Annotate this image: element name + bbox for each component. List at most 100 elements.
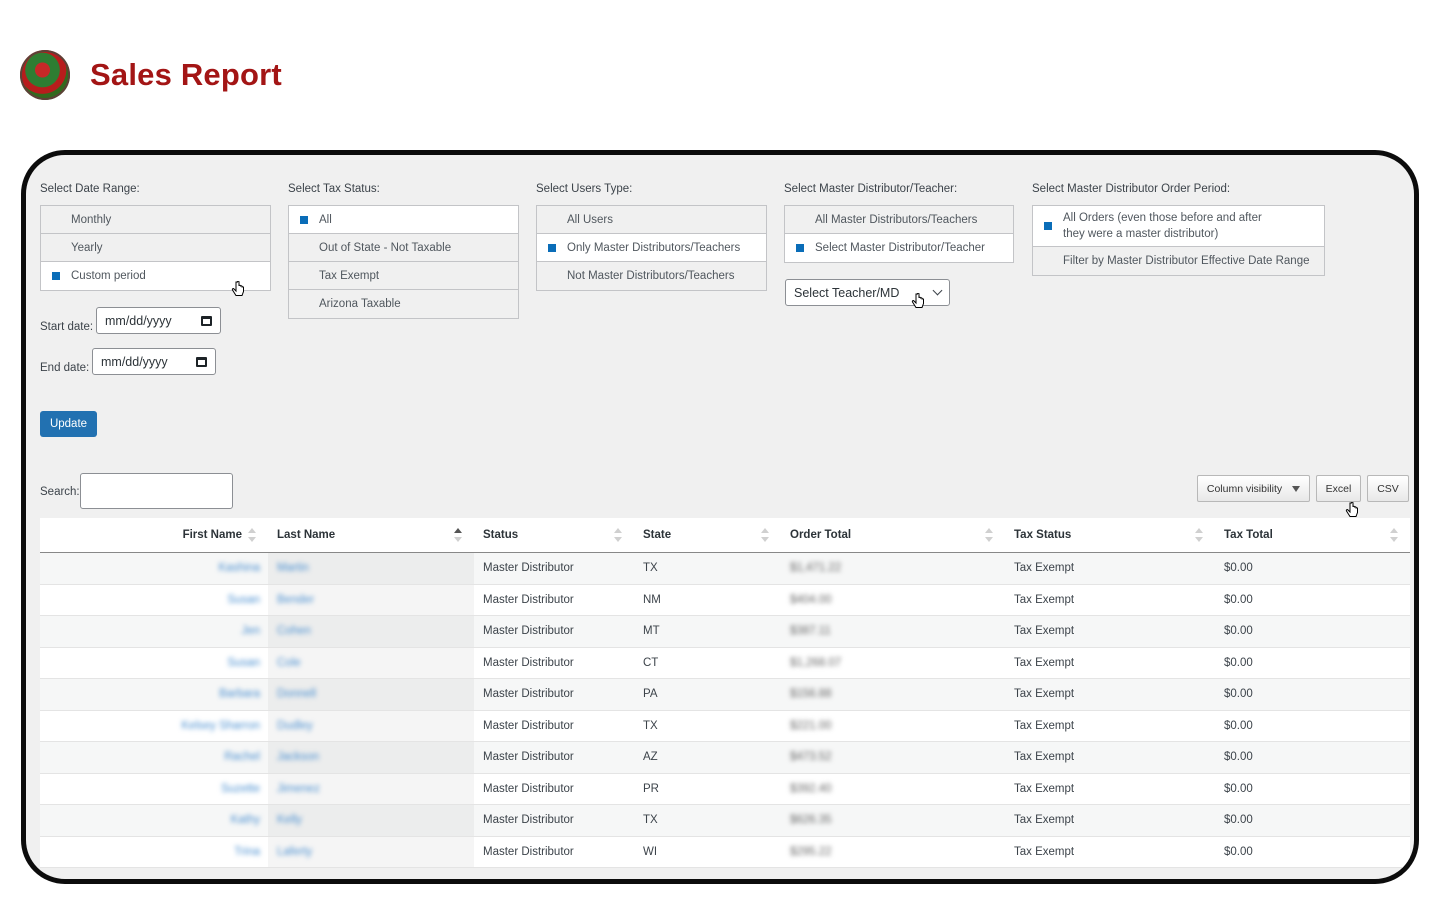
cell-last-name[interactable]: Jimenez — [268, 773, 474, 804]
table-row: Kashina Martin Master Distributor TX $1,471.… — [40, 553, 1410, 585]
table-row: Kathy Kelly Master Distributor TX $626.35 Tax… — [40, 805, 1410, 837]
tax-status-out-of-state[interactable]: Out of State - Not Taxable — [289, 234, 518, 262]
cell-first-name[interactable]: Susan — [40, 585, 268, 616]
cell-state-text: PR — [643, 782, 659, 795]
cell-tax-status: Tax Exempt — [1005, 837, 1215, 868]
col-first-name[interactable]: First Name — [40, 518, 268, 552]
cell-tax-status-text: Tax Exempt — [1014, 845, 1075, 858]
cell-status-text: Master Distributor — [483, 719, 574, 732]
users-type-options: All Users Only Master Distributors/Teach… — [536, 205, 767, 291]
cell-first-name[interactable]: Rachel — [40, 742, 268, 773]
cell-first-name-text: Kashina — [218, 562, 260, 575]
cell-first-name[interactable]: Kashina — [40, 553, 268, 584]
table-row: Kelsey Sharron Dudley Master Distributor TX… — [40, 710, 1410, 742]
cell-status-text: Master Distributor — [483, 751, 574, 764]
cell-last-name[interactable]: Martin — [268, 553, 474, 584]
cell-order-total: $1,471.22 — [781, 553, 1005, 584]
calendar-icon[interactable] — [201, 315, 212, 326]
cell-last-name[interactable]: Bender — [268, 584, 474, 615]
cell-last-name[interactable]: Laferty — [268, 836, 474, 867]
cell-tax-total: $0.00 — [1215, 805, 1410, 836]
cell-tax-status-text: Tax Exempt — [1014, 688, 1075, 701]
cell-tax-total-text: $0.00 — [1224, 625, 1253, 638]
start-date-input[interactable]: mm/dd/yyyy — [96, 307, 221, 334]
col-tax-status[interactable]: Tax Status — [1005, 518, 1215, 552]
cell-tax-total-text: $0.00 — [1224, 719, 1253, 732]
users-type-not-md[interactable]: Not Master Distributors/Teachers — [537, 262, 766, 290]
md-all-option[interactable]: All Master Distributors/Teachers — [785, 206, 1013, 234]
cell-status: Master Distributor — [474, 679, 634, 710]
cell-state: TX — [634, 553, 781, 584]
cell-tax-total-text: $0.00 — [1224, 562, 1253, 575]
col-status-label: Status — [483, 529, 519, 541]
column-visibility-label: Column visibility — [1206, 482, 1283, 495]
cell-status-text: Master Distributor — [483, 845, 574, 858]
date-range-yearly[interactable]: Yearly — [41, 234, 270, 262]
cell-first-name[interactable]: Jen — [40, 616, 268, 647]
cell-first-name[interactable]: Kelsey Sharron — [40, 711, 268, 742]
cell-status-text: Master Distributor — [483, 656, 574, 669]
col-order-total[interactable]: Order Total — [781, 518, 1005, 552]
cell-tax-status-text: Tax Exempt — [1014, 814, 1075, 827]
update-button[interactable]: Update — [40, 411, 97, 437]
start-date-placeholder: mm/dd/yyyy — [105, 313, 172, 328]
cell-status-text: Master Distributor — [483, 688, 574, 701]
col-first-name-label: First Name — [182, 529, 242, 541]
tax-status-arizona-taxable[interactable]: Arizona Taxable — [289, 290, 518, 318]
cell-tax-status-text: Tax Exempt — [1014, 719, 1075, 732]
end-date-input[interactable]: mm/dd/yyyy — [92, 348, 216, 375]
cell-last-name-text: Laferty — [277, 845, 313, 858]
cell-state: PA — [634, 679, 781, 710]
cell-last-name[interactable]: Dudley — [268, 710, 474, 741]
cell-tax-total: $0.00 — [1215, 553, 1410, 584]
date-range-monthly[interactable]: Monthly — [41, 206, 270, 234]
tax-status-all[interactable]: All — [289, 206, 518, 234]
cell-first-name[interactable]: Suzette — [40, 774, 268, 805]
col-tax-status-label: Tax Status — [1014, 529, 1072, 541]
csv-button[interactable]: CSV — [1367, 475, 1409, 502]
cell-last-name[interactable]: Cole — [268, 647, 474, 678]
cell-order-total-text: $387.11 — [790, 625, 831, 638]
col-state-label: State — [643, 529, 672, 541]
order-period-effective-range[interactable]: Filter by Master Distributor Effective D… — [1033, 247, 1324, 275]
tax-status-tax-exempt[interactable]: Tax Exempt — [289, 262, 518, 290]
cell-state-text: PA — [643, 688, 658, 701]
users-type-all[interactable]: All Users — [537, 206, 766, 234]
cell-tax-total-text: $0.00 — [1224, 593, 1253, 606]
cell-first-name[interactable]: Barbara — [40, 679, 268, 710]
chevron-down-icon — [932, 285, 943, 296]
cell-first-name[interactable]: Susan — [40, 648, 268, 679]
calendar-icon[interactable] — [196, 356, 207, 367]
cell-last-name[interactable]: Jackson — [268, 742, 474, 773]
table-row: Susan Bender Master Distributor NM $404.00 Ta… — [40, 584, 1410, 616]
cell-first-name[interactable]: Trina — [40, 837, 268, 868]
excel-button[interactable]: Excel — [1316, 475, 1361, 502]
teacher-md-select[interactable]: Select Teacher/MD — [785, 279, 950, 306]
cell-status: Master Distributor — [474, 553, 634, 584]
cell-last-name[interactable]: Cohen — [268, 616, 474, 647]
cell-tax-status-text: Tax Exempt — [1014, 562, 1075, 575]
order-period-all-orders[interactable]: All Orders (even those before and after … — [1033, 206, 1324, 247]
col-tax-total[interactable]: Tax Total — [1215, 518, 1410, 552]
tax-status-options: All Out of State - Not Taxable Tax Exemp… — [288, 205, 519, 319]
cell-state-text: AZ — [643, 751, 658, 764]
cell-last-name[interactable]: Kelly — [268, 805, 474, 836]
col-tax-total-label: Tax Total — [1224, 529, 1273, 541]
sales-table: First Name Last Name Status State Order … — [40, 518, 1410, 868]
users-type-only-md[interactable]: Only Master Distributors/Teachers — [537, 234, 766, 262]
col-last-name[interactable]: Last Name — [268, 518, 474, 552]
cell-first-name[interactable]: Kathy — [40, 805, 268, 836]
sort-icon — [248, 528, 256, 542]
cell-last-name-text: Cole — [277, 656, 301, 669]
cell-tax-status-text: Tax Exempt — [1014, 751, 1075, 764]
column-visibility-button[interactable]: Column visibility — [1197, 475, 1310, 502]
search-input[interactable] — [80, 473, 233, 509]
col-state[interactable]: State — [634, 518, 781, 552]
cell-status-text: Master Distributor — [483, 593, 574, 606]
col-status[interactable]: Status — [474, 518, 634, 552]
md-select-option[interactable]: Select Master Distributor/Teacher — [785, 234, 1013, 262]
cell-last-name[interactable]: Donnell — [268, 679, 474, 710]
cell-state: AZ — [634, 742, 781, 773]
cell-state-text: TX — [643, 814, 658, 827]
users-type-label: Select Users Type: — [536, 183, 633, 195]
